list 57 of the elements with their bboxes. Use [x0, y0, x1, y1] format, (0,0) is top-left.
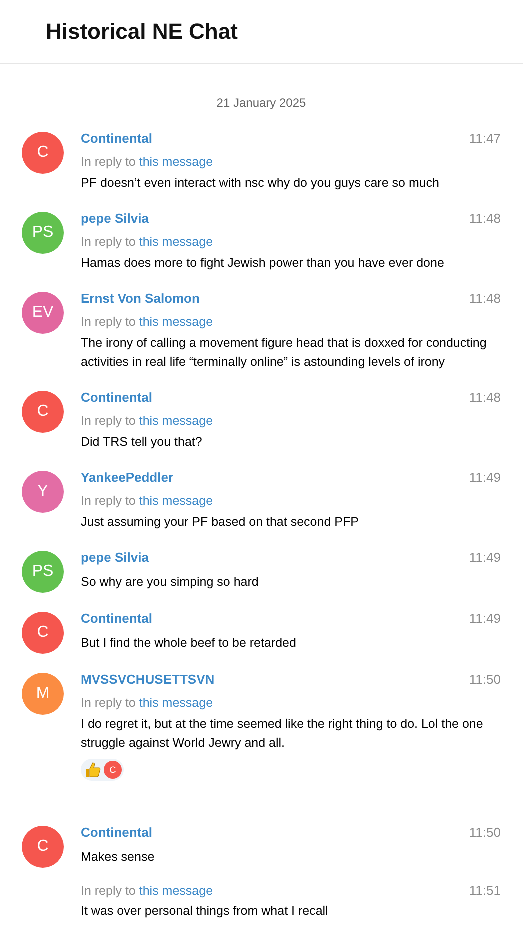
reply-link[interactable]: this message [139, 235, 214, 249]
reply-link[interactable]: this message [139, 494, 214, 508]
reply-link[interactable]: this message [139, 884, 214, 898]
message-text: Just assuming your PF based on that second PFP [81, 514, 360, 531]
message-text: So why are you simping so hard [81, 574, 260, 591]
sender-name[interactable]: YankeePeddler [81, 470, 174, 485]
reply-link[interactable]: this message [139, 414, 214, 428]
sender-name[interactable]: pepe Silvia [81, 211, 149, 226]
reply-link[interactable]: this message [139, 315, 214, 329]
message-time: 11:49 [469, 470, 501, 485]
message-text: Makes sense [81, 849, 156, 866]
message-text: Did TRS tell you that? [81, 434, 204, 451]
message-text: PF doesn’t even interact with nsc why do you guys care so much [81, 175, 441, 192]
message-text: The irony of calling a movement figure head that is doxxed for conducting activities in real life “terminally online” is astounding levels of irony [81, 335, 488, 371]
chat-title: Historical NE Chat [46, 18, 238, 44]
sender-name[interactable]: Continental [81, 825, 152, 840]
sender-name[interactable]: Continental [81, 131, 152, 146]
reply-link[interactable]: this message [139, 155, 214, 169]
avatar[interactable]: PS [22, 212, 64, 254]
sender-name[interactable]: Continental [81, 390, 152, 405]
message-text: But I find the whole beef to be retarded [81, 635, 298, 652]
avatar[interactable]: C [22, 391, 64, 433]
message-time: 11:47 [469, 131, 501, 146]
avatar[interactable]: PS [22, 551, 64, 593]
message-time: 11:50 [469, 672, 501, 687]
message-time: 11:48 [469, 291, 501, 306]
reaction-avatar: C [104, 761, 122, 779]
date-separator: 21 January 2025 [216, 96, 306, 110]
avatar[interactable]: Y [22, 471, 64, 513]
avatar[interactable]: EV [22, 292, 64, 334]
sender-name[interactable]: Continental [81, 611, 152, 626]
reply-link[interactable]: this message [139, 696, 214, 710]
sender-name[interactable]: pepe Silvia [81, 550, 149, 565]
message-text: Hamas does more to fight Jewish power than you have ever done [81, 255, 446, 272]
message-text: It was over personal things from what I recall [81, 903, 330, 920]
message-time: 11:50 [469, 825, 501, 840]
message-time: 11:49 [469, 611, 501, 626]
reply-reference: In reply to this message [81, 883, 214, 900]
reply-reference: In reply to this message [81, 154, 214, 171]
message-time: 11:49 [469, 550, 501, 565]
message-time: 11:51 [469, 882, 501, 900]
message-time: 11:48 [469, 390, 501, 405]
avatar[interactable]: M [22, 673, 64, 715]
reply-reference: In reply to this message [81, 234, 214, 251]
message-time: 11:48 [469, 211, 501, 226]
reply-reference: In reply to this message [81, 695, 214, 712]
sender-name[interactable]: MVSSVCHUSETTSVN [81, 672, 215, 687]
thumbs-up-icon [85, 762, 101, 778]
reaction[interactable]: C [81, 759, 124, 781]
reply-reference: In reply to this message [81, 493, 214, 510]
avatar[interactable]: C [22, 612, 64, 654]
avatar[interactable]: C [22, 826, 64, 868]
avatar[interactable]: C [22, 132, 64, 174]
sender-name[interactable]: Ernst Von Salomon [81, 291, 200, 306]
message-text: I do regret it, but at the time seemed like the right thing to do. Lol the one struggle against World Jewry and all. [81, 716, 484, 752]
reply-reference: In reply to this message [81, 413, 214, 430]
reply-reference: In reply to this message [81, 314, 214, 331]
